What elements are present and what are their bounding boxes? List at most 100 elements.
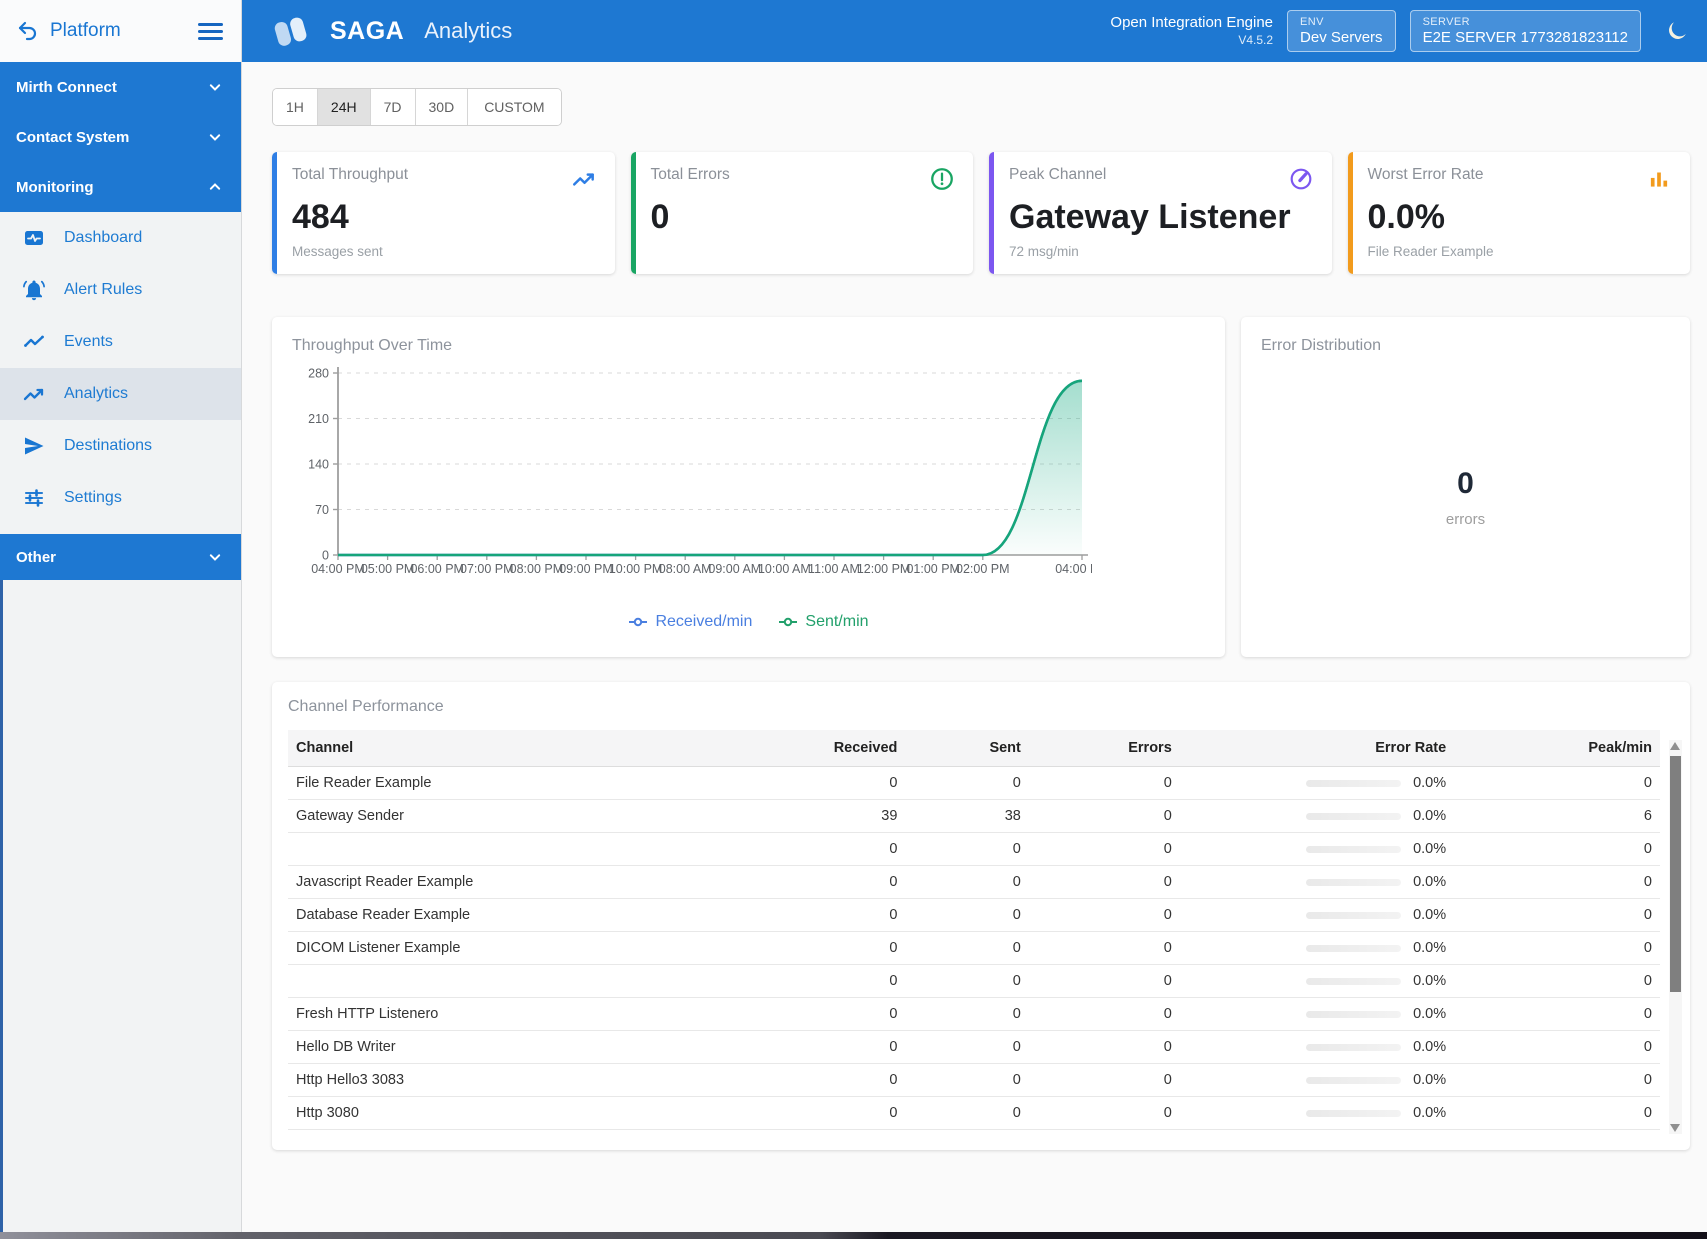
stat-card-worst-error-rate: Worst Error Rate 0.0% File Reader Exampl…	[1348, 152, 1691, 274]
column-header-errors[interactable]: Errors	[1029, 730, 1180, 767]
sent-value: 0	[905, 1031, 1028, 1064]
monitoring-submenu: Dashboard Alert Rules Events Analytics	[0, 212, 241, 524]
sidebar-item-analytics[interactable]: Analytics	[0, 368, 241, 420]
sent-value: 0	[905, 767, 1028, 800]
channel-name	[288, 833, 775, 866]
sidebar-item-settings[interactable]: Settings	[0, 472, 241, 524]
column-header-error-rate[interactable]: Error Rate	[1180, 730, 1454, 767]
sidebar-item-dashboard[interactable]: Dashboard	[0, 212, 241, 264]
table-row[interactable]: Database Reader Example0000.0%0	[288, 899, 1660, 932]
x-tick-label: 02:00 PM	[956, 562, 1010, 576]
server-selector[interactable]: SERVER E2E SERVER 1773281823112	[1410, 10, 1641, 52]
sidebar-item-destinations[interactable]: Destinations	[0, 420, 241, 472]
table-row[interactable]: Http 30800000.0%0	[288, 1097, 1660, 1130]
menu-icon[interactable]	[194, 19, 227, 44]
dark-mode-toggle[interactable]	[1665, 19, 1689, 43]
sent-value: 0	[905, 998, 1028, 1031]
table-row[interactable]: 0000.0%0	[288, 965, 1660, 998]
sidebar-group-contact-system[interactable]: Contact System	[0, 112, 241, 162]
sidebar-group-mirth-connect[interactable]: Mirth Connect	[0, 62, 241, 112]
sent-value: 0	[905, 965, 1028, 998]
error-rate-cell: 0.0%	[1180, 866, 1454, 899]
return-arrow-icon[interactable]	[16, 19, 40, 43]
channel-performance-table: Channel Received Sent Errors Error Rate …	[288, 730, 1660, 1130]
channel-name: Hello DB Writer	[288, 1031, 775, 1064]
table-row[interactable]: Fresh HTTP Listenero0000.0%0	[288, 998, 1660, 1031]
range-button-7d[interactable]: 7D	[371, 89, 416, 125]
range-button-24h[interactable]: 24H	[318, 89, 371, 125]
sent-area	[338, 381, 1082, 555]
column-header-peak[interactable]: Peak/min	[1454, 730, 1660, 767]
error-rate-cell: 0.0%	[1180, 965, 1454, 998]
error-rate-bar	[1306, 846, 1401, 853]
table-row[interactable]: File Reader Example0000.0%0	[288, 767, 1660, 800]
platform-title: Platform	[50, 20, 184, 42]
range-button-30d[interactable]: 30D	[416, 89, 469, 125]
received-value: 0	[775, 1064, 905, 1097]
table-row[interactable]: Javascript Reader Example0000.0%0	[288, 866, 1660, 899]
errors-value: 0	[1029, 767, 1180, 800]
error-rate-bar	[1306, 978, 1401, 985]
received-value: 0	[775, 767, 905, 800]
brand-name: SAGA	[330, 17, 404, 46]
chevron-down-icon	[205, 127, 225, 147]
error-rate-cell: 0.0%	[1180, 899, 1454, 932]
errors-value: 0	[1029, 998, 1180, 1031]
column-header-sent[interactable]: Sent	[905, 730, 1028, 767]
error-rate-bar	[1306, 1044, 1401, 1051]
scroll-down-icon[interactable]	[1670, 1124, 1680, 1132]
error-rate-bar	[1306, 813, 1401, 820]
x-tick-label: 04:00 PM	[311, 562, 365, 576]
table-row[interactable]: DICOM Listener Example0000.0%0	[288, 932, 1660, 965]
table-title: Channel Performance	[288, 698, 1660, 716]
sidebar-item-events[interactable]: Events	[0, 316, 241, 368]
legend-sent[interactable]: Sent/min	[778, 613, 868, 631]
x-tick-label: 01:00 PM	[906, 562, 960, 576]
sent-value: 0	[905, 866, 1028, 899]
error-distribution-title: Error Distribution	[1261, 337, 1670, 355]
y-tick-label: 280	[308, 367, 329, 381]
peak-value: 0	[1454, 833, 1660, 866]
table-row[interactable]: 0000.0%0	[288, 833, 1660, 866]
channel-name: Javascript Reader Example	[288, 866, 775, 899]
column-header-received[interactable]: Received	[775, 730, 905, 767]
range-button-1h[interactable]: 1H	[273, 89, 318, 125]
x-tick-label: 08:00 PM	[510, 562, 564, 576]
error-rate-bar	[1306, 780, 1401, 787]
time-range-selector: 1H 24H 7D 30D CUSTOM	[272, 88, 562, 126]
table-scrollbar[interactable]	[1669, 740, 1682, 1134]
range-button-custom[interactable]: CUSTOM	[468, 89, 560, 125]
table-row[interactable]: Http Hello3 30830000.0%0	[288, 1064, 1660, 1097]
sidebar-item-alert-rules[interactable]: Alert Rules	[0, 264, 241, 316]
table-row[interactable]: Hello DB Writer0000.0%0	[288, 1031, 1660, 1064]
bell-icon	[22, 278, 46, 302]
sent-value: 0	[905, 932, 1028, 965]
errors-value: 0	[1029, 899, 1180, 932]
sidebar-header: Platform	[0, 0, 241, 62]
app-title: Analytics	[424, 18, 512, 44]
sent-value: 0	[905, 833, 1028, 866]
tune-icon	[22, 486, 46, 510]
sent-value: 0	[905, 1097, 1028, 1130]
table-row[interactable]: Gateway Sender393800.0%6	[288, 800, 1660, 833]
column-header-channel[interactable]: Channel	[288, 730, 775, 767]
sidebar-group-monitoring[interactable]: Monitoring	[0, 162, 241, 212]
sidebar-groups: Mirth Connect Contact System Monitoring	[0, 62, 241, 212]
error-rate-value: 0.0%	[1413, 907, 1446, 923]
sidebar: Platform Mirth Connect Contact System Mo…	[0, 0, 242, 1232]
legend-received[interactable]: Received/min	[628, 613, 752, 631]
speed-gauge-icon	[1288, 166, 1314, 192]
env-selector[interactable]: ENV Dev Servers	[1287, 10, 1396, 52]
error-rate-value: 0.0%	[1413, 1006, 1446, 1022]
sidebar-group-other[interactable]: Other	[0, 534, 241, 580]
peak-value: 0	[1454, 866, 1660, 899]
sent-value: 0	[905, 899, 1028, 932]
line-dot-marker-icon	[778, 615, 798, 629]
error-rate-bar	[1306, 945, 1401, 952]
errors-value: 0	[1029, 1031, 1180, 1064]
scrollbar-thumb[interactable]	[1670, 756, 1681, 992]
scroll-up-icon[interactable]	[1670, 742, 1680, 750]
error-rate-value: 0.0%	[1413, 940, 1446, 956]
error-rate-bar	[1306, 1077, 1401, 1084]
errors-value: 0	[1029, 800, 1180, 833]
